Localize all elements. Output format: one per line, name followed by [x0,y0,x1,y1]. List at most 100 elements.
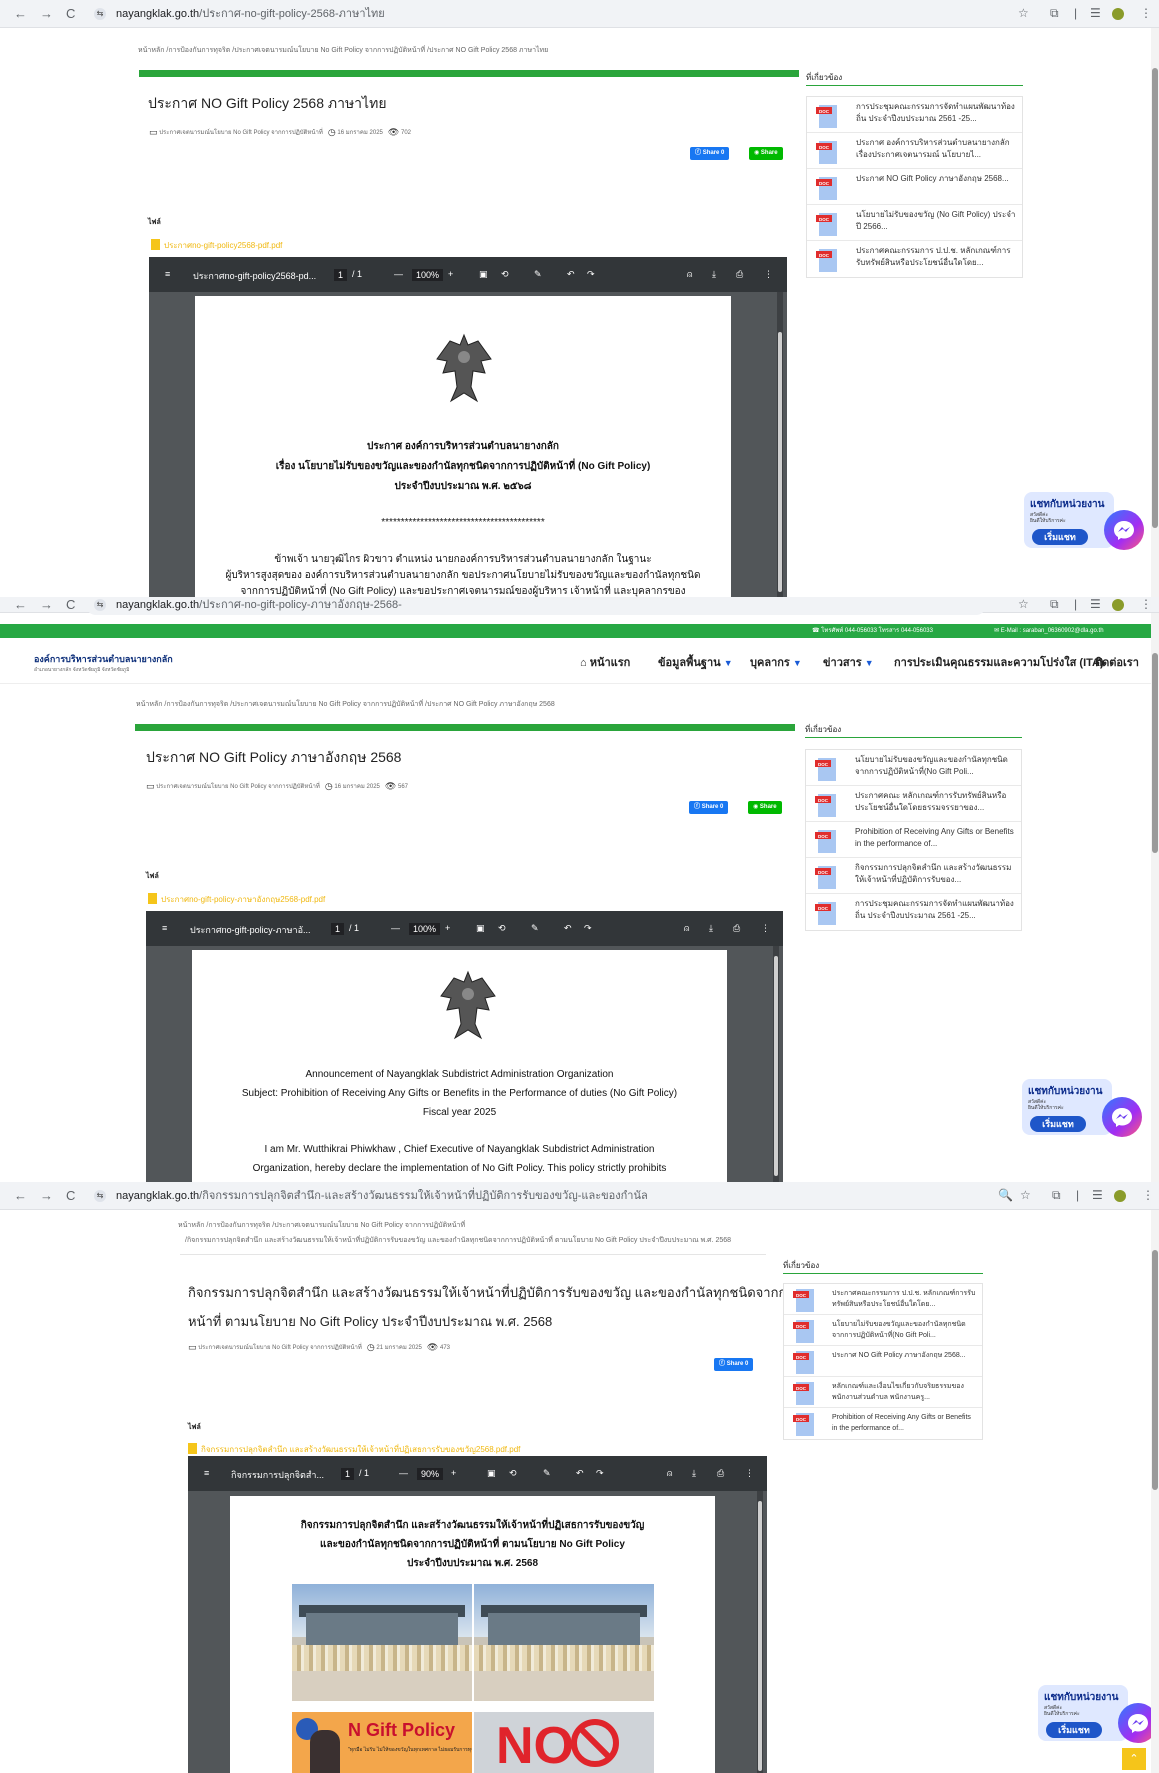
related-item[interactable]: DOC กิจกรรมการปลุกจิตสำนึก และสร้างวัฒนธร… [806,858,1021,894]
browser-menu-icon[interactable]: ⋮ [1140,597,1152,611]
pdf-draw-icon[interactable]: ✎ [543,1468,551,1479]
zoom-icon[interactable]: 🔍 [998,1188,1013,1202]
related-item[interactable]: DOC นโยบายไม่รับของขวัญ (No Gift Policy) … [807,205,1022,241]
related-item[interactable]: DOC ประกาศ NO Gift Policy ภาษาอังกฤษ 2568… [807,169,1022,205]
page-scrollbar[interactable] [1151,613,1159,1182]
site-logo[interactable]: องค์การบริหารส่วนตำบลนายางกลัก อำเภอนายาง… [34,652,173,674]
related-item[interactable]: DOC ประกาศคณะกรรมการ ป.ป.ช. หลักเกณฑ์การร… [807,241,1022,277]
address-bar[interactable]: ⇆ nayangklak.go.th/กิจกรรมการปลุกจิตสำนึ… [86,1186,966,1206]
pdf-download-icon[interactable]: ⤓ [712,269,716,280]
pdf-fit-icon[interactable]: ▣ [476,923,485,934]
extensions-icon[interactable]: ⧉ [1052,1188,1061,1203]
facebook-share-button[interactable]: ⓕ Share 0 [690,147,730,160]
pdf-undo-icon[interactable]: ↶ [564,923,572,934]
pdf-zoom-input[interactable]: 90% [417,1468,444,1480]
menu-news[interactable]: ข่าวสาร ▼ [823,653,874,671]
pdf-zoom-out-icon[interactable]: — [399,1468,408,1478]
pdf-fit-icon[interactable]: ▣ [487,1468,496,1479]
pdf-zoom-in-icon[interactable]: + [451,1468,456,1478]
pdf-zoom-in-icon[interactable]: + [448,269,453,279]
pdf-annotate-icon[interactable]: ⍝ [667,1468,672,1479]
pdf-redo-icon[interactable]: ↷ [584,923,592,934]
messenger-icon[interactable] [1104,510,1144,550]
pdf-rotate-icon[interactable]: ⟲ [509,1468,517,1479]
bookmark-star-icon[interactable]: ☆ [1018,597,1029,611]
chat-start-button[interactable]: เริ่มแชท [1030,1116,1086,1132]
media-icon[interactable]: ☰ [1090,6,1101,20]
pdf-page-input[interactable]: 1 [331,923,345,935]
pdf-page-input[interactable]: 1 [341,1468,355,1480]
category-link[interactable]: ประกาศเจตนารมณ์นโยบาย No Gift Policy จาก… [159,130,323,136]
chat-start-button[interactable]: เริ่มแชท [1046,1722,1102,1738]
chat-start-button[interactable]: เริ่มแชท [1032,529,1088,545]
address-bar[interactable]: ⇆ nayangklak.go.th/ประกาศ-no-gift-policy… [86,4,986,24]
related-item[interactable]: DOC นโยบายไม่รับของขวัญและของกำนัลทุกชนิด… [806,750,1021,786]
related-item[interactable]: DOC การประชุมคณะกรรมการจัดทำแผนพัฒนาท้องถ… [806,894,1021,930]
extensions-icon[interactable]: ⧉ [1050,6,1059,21]
breadcrumb[interactable]: หน้าหลัก /การป้องกันการทุจริต /ประกาศเจต… [136,699,555,710]
back-icon[interactable]: ← [14,1188,27,1203]
pdf-more-icon[interactable]: ⋮ [761,923,770,934]
pdf-fit-icon[interactable]: ▣ [479,269,488,280]
back-icon[interactable]: ← [14,597,27,612]
pdf-annotate-icon[interactable]: ⍝ [687,269,692,280]
back-icon[interactable]: ← [14,6,27,21]
reload-icon[interactable]: C [66,6,75,21]
breadcrumb-current[interactable]: /กิจกรรมการปลุกจิตสำนึก และสร้างวัฒนธรรม… [185,1235,731,1246]
pdf-rotate-icon[interactable]: ⟲ [498,923,506,934]
related-item[interactable]: DOC นโยบายไม่รับของขวัญและของกำนัลทุกชนิด… [784,1315,982,1346]
related-item[interactable]: DOC การประชุมคณะกรรมการจัดทำแผนพัฒนาท้องถ… [807,97,1022,133]
site-settings-icon[interactable]: ⇆ [94,8,106,20]
page-scrollbar[interactable] [1151,28,1159,597]
address-bar[interactable]: ⇆ nayangklak.go.th/ประกาศ-no-gift-policy… [86,597,986,615]
pdf-zoom-out-icon[interactable]: — [394,269,403,279]
related-item[interactable]: DOC ประกาศคณะกรรมการ ป.ป.ช. หลักเกณฑ์การร… [784,1284,982,1315]
pdf-download-icon[interactable]: ⤓ [692,1468,696,1479]
profile-avatar[interactable] [1112,8,1124,20]
breadcrumb[interactable]: หน้าหลัก /การป้องกันการทุจริต /ประกาศเจต… [138,45,548,56]
related-item[interactable]: DOC หลักเกณฑ์และเงื่อนไขเกี่ยวกับจริยธรรม… [784,1377,982,1408]
page-scrollbar[interactable] [1151,1210,1159,1773]
pdf-more-icon[interactable]: ⋮ [764,269,773,280]
pdf-viewer[interactable]: Announcement of Nayangklak Subdistrict A… [146,946,783,1182]
reload-icon[interactable]: C [66,1188,75,1203]
pdf-scrollbar[interactable] [773,946,779,1182]
pdf-annotate-icon[interactable]: ⍝ [684,923,689,934]
pdf-viewer[interactable]: กิจกรรมการปลุกจิตสำนึก และสร้างวัฒนธรรมใ… [188,1491,767,1773]
pdf-rotate-icon[interactable]: ⟲ [501,269,509,280]
profile-avatar[interactable] [1112,599,1124,611]
related-item[interactable]: DOC ประกาศคณะ หลักเกณฑ์การรับทรัพย์สินหรื… [806,786,1021,822]
pdf-undo-icon[interactable]: ↶ [567,269,575,280]
pdf-page-input[interactable]: 1 [334,269,348,281]
file-download-link[interactable]: ประกาศno-gift-policy2568-pdf.pdf [151,239,282,252]
category-link[interactable]: ประกาศเจตนารมณ์นโยบาย No Gift Policy จาก… [198,1345,362,1351]
pdf-undo-icon[interactable]: ↶ [576,1468,584,1479]
related-item[interactable]: DOC Prohibition of Receiving Any Gifts or… [806,822,1021,858]
chat-widget[interactable]: แชทกับหน่วยงาน สวัสดีค่ะ ยินดีให้บริการค่… [1024,492,1144,554]
messenger-icon[interactable] [1102,1097,1142,1137]
media-icon[interactable]: ☰ [1092,1188,1103,1202]
extensions-icon[interactable]: ⧉ [1050,597,1059,612]
pdf-viewer[interactable]: ประกาศ องค์การบริหารส่วนตำบลนายางกลัก เร… [149,292,787,597]
pdf-print-icon[interactable]: ⎙ [717,1468,724,1479]
pdf-print-icon[interactable]: ⎙ [736,269,743,280]
forward-icon[interactable]: → [40,597,53,612]
menu-ita[interactable]: การประเมินคุณธรรมและความโปร่งใส (ITA) [894,653,1104,671]
back-to-top-button[interactable]: ⌃ [1122,1748,1146,1770]
line-share-button[interactable]: ◉ Share [748,801,782,814]
pdf-menu-icon[interactable]: ≡ [165,269,170,279]
pdf-scrollbar[interactable] [757,1491,763,1773]
profile-avatar[interactable] [1114,1190,1126,1202]
browser-menu-icon[interactable]: ⋮ [1140,6,1152,20]
pdf-zoom-input[interactable]: 100% [412,269,444,281]
pdf-menu-icon[interactable]: ≡ [162,923,167,933]
chat-widget[interactable]: แชทกับหน่วยงาน สวัสดีค่ะ ยินดีให้บริการค่… [1022,1079,1142,1141]
menu-home[interactable]: ⌂ หน้าแรก [580,653,630,671]
forward-icon[interactable]: → [40,6,53,21]
pdf-zoom-input[interactable]: 100% [409,923,441,935]
facebook-share-button[interactable]: ⓕ Share 0 [689,801,729,814]
line-share-button[interactable]: ◉ Share [749,147,783,160]
site-settings-icon[interactable]: ⇆ [94,1190,106,1202]
pdf-redo-icon[interactable]: ↷ [596,1468,604,1479]
menu-contact[interactable]: ติดต่อเรา [1095,653,1139,671]
